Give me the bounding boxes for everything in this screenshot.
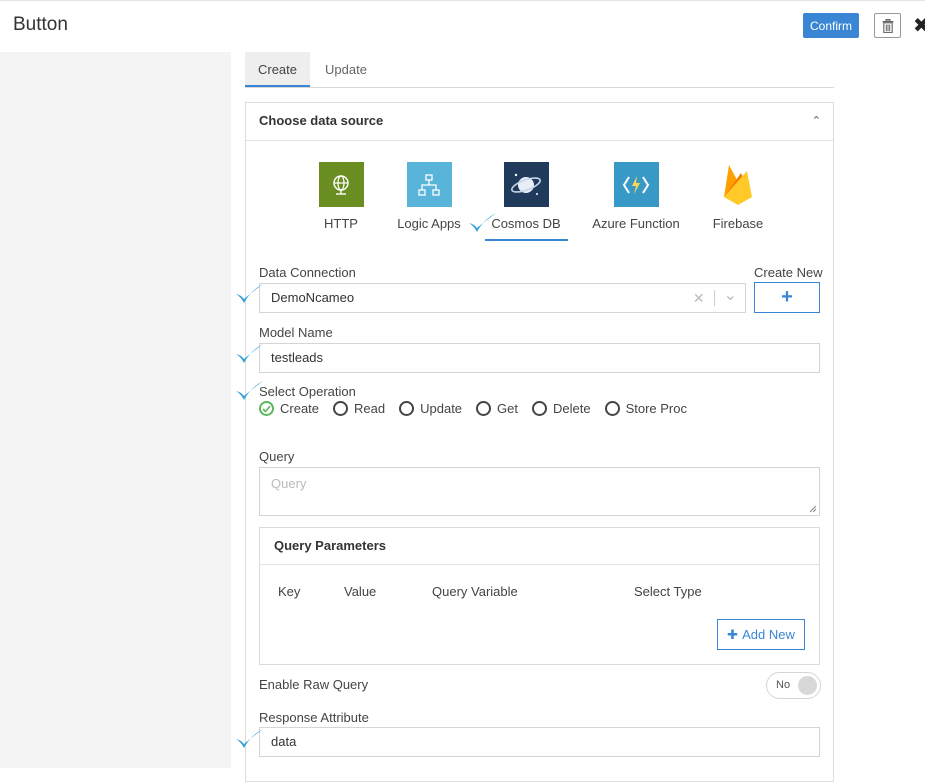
response-attribute-label: Response Attribute: [259, 710, 369, 725]
radio-label: Delete: [553, 401, 591, 416]
radio-update[interactable]: Update: [399, 401, 462, 416]
create-new-label: Create New: [754, 265, 823, 280]
enable-raw-query-label: Enable Raw Query: [259, 677, 369, 692]
checkmark-annotation-icon: [236, 344, 263, 363]
column-header-key: Key: [278, 584, 301, 599]
select-operation-label: Select Operation: [259, 384, 356, 399]
toggle-knob: [798, 676, 817, 695]
add-new-parameter-button[interactable]: ✚ Add New: [717, 619, 805, 650]
query-placeholder: Query: [271, 476, 307, 491]
tab-create[interactable]: Create: [245, 52, 310, 87]
radio-icon: [476, 401, 492, 416]
data-connection-value: DemoNcameo: [271, 290, 355, 305]
close-icon[interactable]: ✖: [913, 13, 925, 38]
radio-delete[interactable]: Delete: [532, 401, 591, 416]
separator: [713, 290, 715, 306]
trash-icon: [882, 18, 893, 33]
source-label: Logic Apps: [397, 216, 461, 231]
column-header-query-variable: Query Variable: [432, 584, 518, 599]
tab-update[interactable]: Update: [315, 52, 377, 87]
radio-read[interactable]: Read: [333, 401, 385, 416]
toggle-state-text: No: [776, 679, 791, 691]
radio-icon: [333, 401, 349, 416]
model-name-input[interactable]: testleads: [259, 343, 820, 373]
column-header-select-type: Select Type: [634, 584, 702, 599]
cosmos-db-icon: [503, 162, 549, 207]
chevron-down-icon[interactable]: ⌄: [724, 288, 737, 304]
azure-function-icon: [613, 162, 659, 207]
globe-icon: [318, 162, 364, 207]
firebase-icon: [716, 162, 761, 207]
checkmark-annotation-icon: [469, 213, 496, 232]
checkmark-annotation-icon: [236, 284, 263, 303]
radio-store-proc[interactable]: Store Proc: [604, 401, 687, 416]
radio-get[interactable]: Get: [476, 401, 518, 416]
checkmark-annotation-icon: [236, 729, 263, 748]
plus-icon: ✚: [727, 626, 739, 642]
radio-checked-icon: [259, 401, 274, 416]
dialog-header: Button Confirm ✖: [0, 0, 925, 52]
delete-button[interactable]: [874, 13, 901, 38]
radio-icon: [532, 401, 547, 416]
query-parameters-box: Query Parameters Key Value Query Variabl…: [259, 527, 820, 665]
panel-heading: Choose data source: [259, 113, 384, 128]
panel-header[interactable]: Choose data source ⌃: [246, 103, 833, 141]
source-firebase[interactable]: Firebase: [693, 162, 783, 231]
chevron-up-icon[interactable]: ⌃: [812, 103, 821, 139]
source-http[interactable]: HTTP: [296, 162, 386, 231]
model-name-label: Model Name: [259, 325, 333, 340]
source-label: Azure Function: [592, 216, 680, 231]
dialog-title: Button: [13, 14, 68, 35]
data-connection-label: Data Connection: [259, 265, 356, 280]
resize-handle-icon[interactable]: [809, 505, 817, 513]
radio-label: Get: [497, 401, 518, 416]
source-label: HTTP: [324, 216, 358, 231]
operation-radio-group: Create Read Update Get Delete Store Proc: [259, 401, 701, 416]
radio-label: Create: [280, 401, 320, 416]
select-controls: ✕ ⌄: [693, 284, 737, 312]
logic-apps-icon: [406, 162, 452, 207]
checkmark-annotation-icon: [236, 381, 263, 400]
create-new-connection-button[interactable]: +: [754, 282, 820, 313]
radio-icon: [399, 401, 415, 416]
tab-bar: Create Update: [245, 52, 834, 88]
column-header-value: Value: [344, 584, 377, 599]
confirm-button[interactable]: Confirm: [803, 13, 859, 38]
clear-icon[interactable]: ✕: [693, 284, 705, 312]
data-connection-select[interactable]: DemoNcameo ✕ ⌄: [259, 283, 746, 313]
query-label: Query: [259, 449, 295, 464]
query-parameters-heading: Query Parameters: [260, 528, 819, 565]
radio-label: Read: [354, 401, 386, 416]
source-logic-apps[interactable]: Logic Apps: [384, 162, 474, 231]
data-source-panel: Choose data source ⌃ HTTP Logic Apps Cos…: [245, 102, 834, 782]
raw-query-toggle[interactable]: No: [766, 672, 821, 699]
selected-source-indicator: [485, 239, 568, 241]
add-new-label: Add New: [742, 627, 795, 642]
radio-label: Update: [420, 401, 463, 416]
radio-label: Store Proc: [625, 401, 687, 416]
source-azure-function[interactable]: Azure Function: [591, 162, 681, 231]
left-panel: [0, 52, 231, 768]
source-label: Firebase: [712, 216, 764, 231]
radio-create[interactable]: Create: [259, 401, 319, 416]
query-textarea[interactable]: Query: [259, 467, 820, 516]
radio-icon: [604, 401, 620, 416]
response-attribute-input[interactable]: data: [259, 727, 820, 757]
